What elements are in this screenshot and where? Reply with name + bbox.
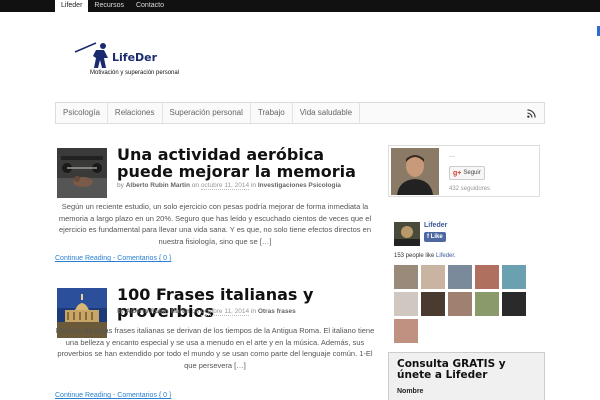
post-meta: by Alberto Rubin Martin on octubre 11, 2… <box>117 182 341 190</box>
post-date: octubre 11, 2014 <box>200 182 250 190</box>
rss-icon[interactable] <box>527 109 536 118</box>
fb-page-image-icon <box>394 222 420 246</box>
author-avatar-icon <box>391 148 439 195</box>
read-more-link[interactable]: Continue Reading - Comentarios { 0 } <box>55 255 171 262</box>
post-date: octubre 11, 2014 <box>200 308 250 316</box>
read-more-link[interactable]: Continue Reading - Comentarios { 0 } <box>55 392 171 399</box>
fb-page-thumbnail[interactable] <box>394 222 420 246</box>
fan-avatar[interactable] <box>394 319 418 343</box>
facebook-like-box: Lifeder f Like 153 people like Lifeder. <box>392 218 530 343</box>
gplus-followers: 432 seguidores <box>449 186 491 192</box>
fan-avatar[interactable] <box>475 292 499 316</box>
profile-photo[interactable] <box>391 148 439 195</box>
topnav-item-recursos[interactable]: Recursos <box>88 0 130 12</box>
fb-like-button[interactable]: f Like <box>424 232 446 242</box>
logo-tagline: Motivación y superación personal <box>90 70 180 76</box>
post-title[interactable]: Una actividad aeróbica puede mejorar la … <box>117 146 377 180</box>
subscribe-title: Consulta GRATIS y únete a Lifeder <box>397 358 506 381</box>
fan-avatar[interactable] <box>421 292 445 316</box>
gplus-name[interactable]: ... <box>449 152 455 159</box>
fan-avatar[interactable] <box>448 265 472 289</box>
nav-item-trabajo[interactable]: Trabajo <box>251 103 293 123</box>
nav-item-vida-saludable[interactable]: Vida saludable <box>293 103 361 123</box>
nav-item-relaciones[interactable]: Relaciones <box>108 103 163 123</box>
post-meta: by Alberto Rubin Martin on octubre 11, 2… <box>117 308 296 316</box>
logo-figure-icon <box>74 42 108 68</box>
main-nav: Psicología Relaciones Superación persona… <box>55 102 545 124</box>
post-author[interactable]: Alberto Rubin Martin <box>126 182 190 189</box>
nav-item-superacion-personal[interactable]: Superación personal <box>163 103 251 123</box>
post-excerpt: Según un reciente estudio, un solo ejerc… <box>58 202 372 246</box>
fb-like-count: 153 people like Lifeder. <box>394 253 456 259</box>
fan-avatar[interactable] <box>502 292 526 316</box>
fan-avatar[interactable] <box>475 265 499 289</box>
topnav-item-contacto[interactable]: Contacto <box>130 0 170 12</box>
google-plus-icon: g+ <box>453 169 462 177</box>
subscribe-box: Consulta GRATIS y únete a Lifeder Nombre <box>388 352 545 400</box>
fb-page-link[interactable]: Lifeder. <box>436 253 456 259</box>
fan-avatar[interactable] <box>394 292 418 316</box>
gym-image-icon <box>57 148 107 198</box>
gplus-follow-button[interactable]: g+ Seguir <box>449 166 485 180</box>
name-label: Nombre <box>397 388 424 395</box>
fan-avatar[interactable] <box>421 265 445 289</box>
fan-avatar[interactable] <box>502 265 526 289</box>
nav-item-psicologia[interactable]: Psicología <box>56 103 108 123</box>
post-author[interactable]: Alberto Rubin Martin <box>126 308 190 315</box>
post-category[interactable]: Otras frases <box>258 308 296 315</box>
fan-avatar[interactable] <box>394 265 418 289</box>
site-logo[interactable]: LifeDer Motivación y superación personal <box>74 40 194 82</box>
post-category[interactable]: Investigaciones Psicología <box>258 182 341 189</box>
post-excerpt: Muchas de estas frases italianas se deri… <box>55 326 375 370</box>
topnav-item-lifeder[interactable]: Lifeder <box>55 0 89 12</box>
fb-page-name[interactable]: Lifeder <box>424 222 447 229</box>
google-plus-badge: ... g+ Seguir 432 seguidores <box>388 145 540 197</box>
top-nav: Lifeder Recursos Contacto <box>55 0 170 12</box>
fan-avatar[interactable] <box>448 292 472 316</box>
logo-name: LifeDer <box>112 51 158 64</box>
post-thumbnail[interactable] <box>57 148 107 198</box>
